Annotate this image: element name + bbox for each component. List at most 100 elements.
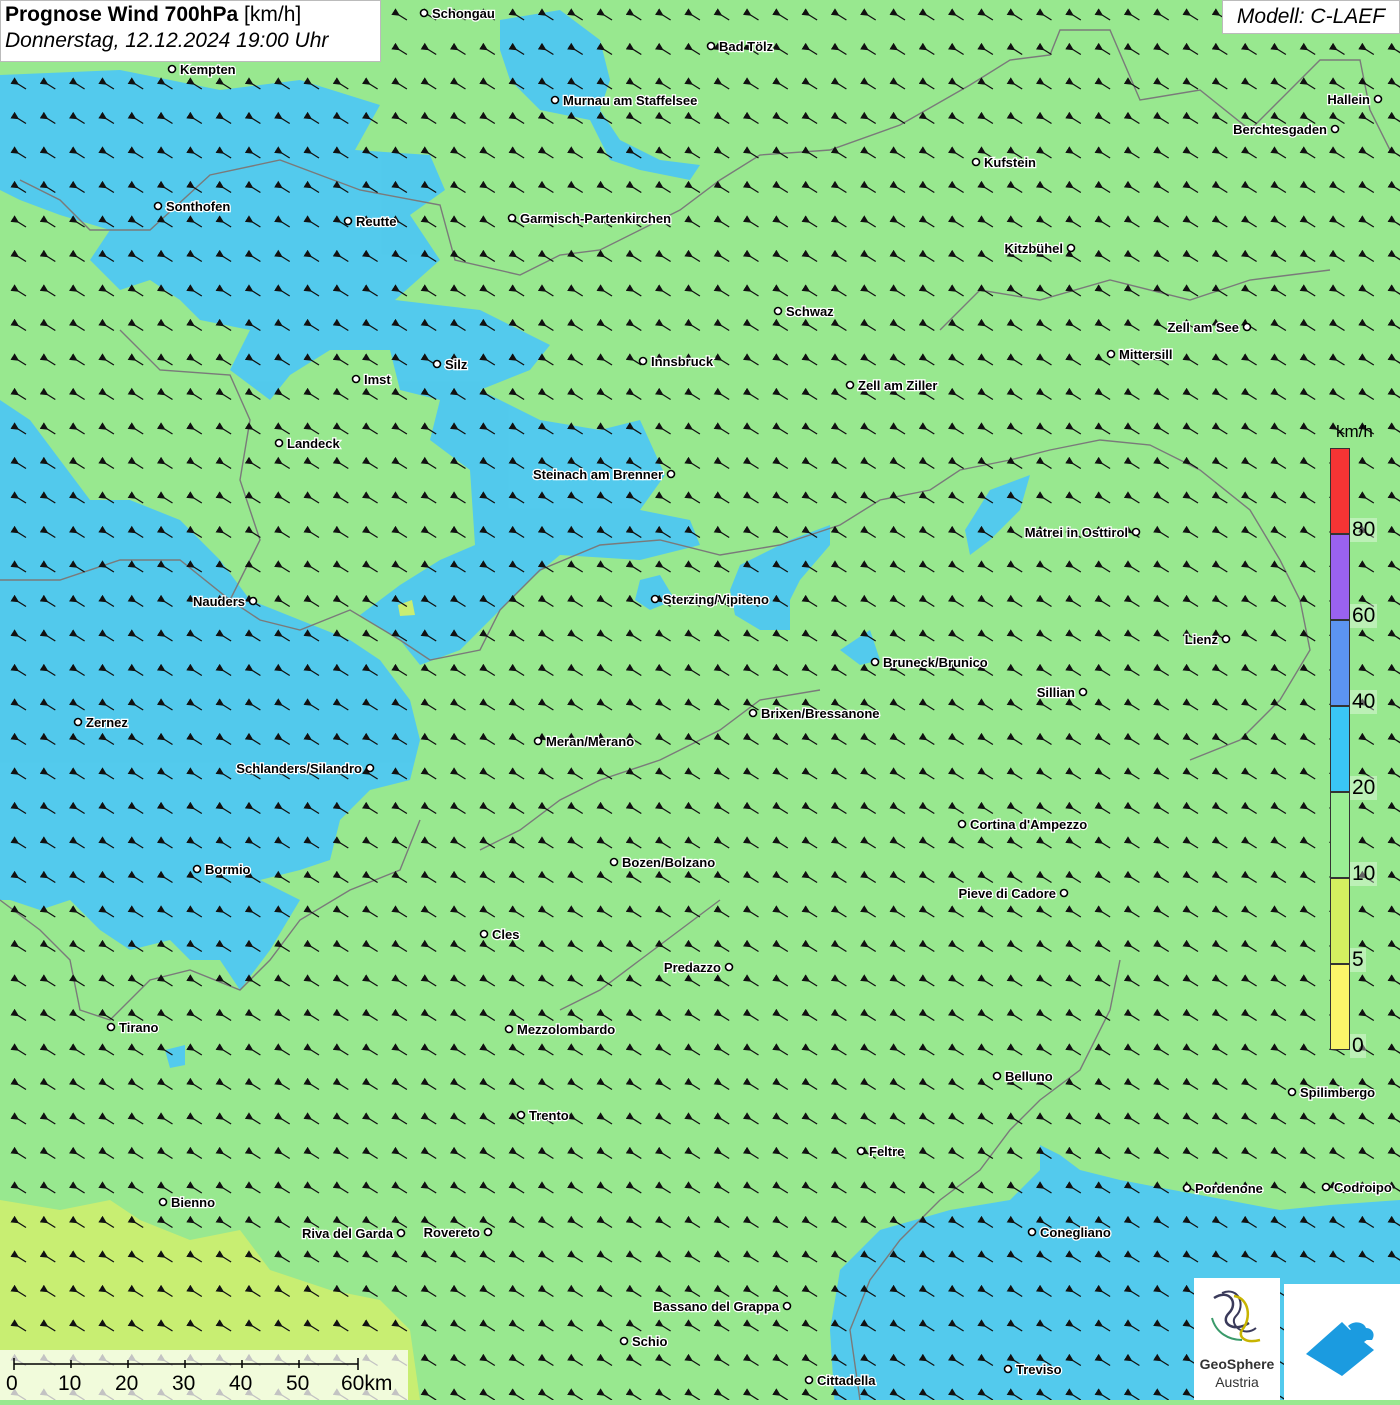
city-marker — [992, 1071, 1002, 1081]
city-label: Bormio — [205, 862, 251, 877]
city-label: Zell am See — [1167, 320, 1239, 335]
model-label: Modell: C-LAEF — [1222, 0, 1400, 34]
city-label: Reutte — [356, 214, 396, 229]
city-label: Predazzo — [664, 960, 721, 975]
city-marker — [167, 64, 177, 74]
city-label: Sonthofen — [166, 199, 230, 214]
city-marker — [1330, 124, 1340, 134]
city-marker — [1066, 243, 1076, 253]
city-label: Pieve di Cadore — [958, 886, 1056, 901]
city-marker — [73, 717, 83, 727]
city-marker — [248, 596, 258, 606]
forecast-datetime: Donnerstag, 12.12.2024 19:00 Uhr — [5, 29, 329, 52]
city-label: Belluno — [1005, 1069, 1053, 1084]
geosphere-country: Austria — [1215, 1374, 1259, 1390]
city-label: Schio — [632, 1334, 667, 1349]
city-marker — [192, 864, 202, 874]
city-label: Treviso — [1016, 1362, 1062, 1377]
scale-tick-label: 10 — [58, 1372, 82, 1395]
city-marker — [550, 95, 560, 105]
scale-tick-label: 0 — [6, 1372, 18, 1395]
geosphere-swirl-icon — [1211, 1290, 1261, 1343]
city-marker — [274, 438, 284, 448]
city-marker — [483, 1227, 493, 1237]
map-title: Prognose Wind 700hPa [km/h] Donnerstag, … — [0, 0, 381, 62]
city-marker — [706, 41, 716, 51]
city-marker — [158, 1197, 168, 1207]
city-marker — [106, 1022, 116, 1032]
city-marker — [870, 657, 880, 667]
legend-swatch — [1330, 792, 1350, 878]
city-marker — [419, 8, 429, 18]
title-unit: [km/h] — [238, 3, 302, 26]
city-label: Brixen/Bressanone — [761, 706, 880, 721]
city-marker — [1373, 94, 1383, 104]
city-marker — [1027, 1227, 1037, 1237]
city-marker — [748, 708, 758, 718]
city-marker — [609, 857, 619, 867]
city-label: Rovereto — [424, 1225, 480, 1240]
scale-bar-line — [13, 1358, 359, 1370]
city-marker — [1003, 1364, 1013, 1374]
legend-unit: km/h — [1336, 422, 1373, 441]
city-label: Schwaz — [786, 304, 834, 319]
legend-swatch — [1330, 448, 1350, 534]
city-label: Cortina d'Ampezzo — [970, 817, 1087, 832]
app-logo[interactable] — [1284, 1284, 1400, 1400]
city-label: Conegliano — [1040, 1225, 1111, 1240]
legend-label: 5 — [1350, 948, 1366, 972]
city-label: Schlanders/Silandro — [236, 761, 362, 776]
city-marker — [365, 763, 375, 773]
city-label: Feltre — [869, 1144, 904, 1159]
city-label: Codroipo — [1334, 1180, 1392, 1195]
city-label: Garmisch-Partenkirchen — [520, 211, 671, 226]
city-marker — [516, 1110, 526, 1120]
city-marker — [1106, 349, 1116, 359]
city-label: Imst — [364, 372, 391, 387]
city-label: Murnau am Staffelsee — [563, 93, 697, 108]
city-marker — [1242, 322, 1252, 332]
legend-label: 0 — [1350, 1034, 1366, 1058]
city-marker — [343, 216, 353, 226]
city-marker — [1131, 527, 1141, 537]
city-label: Hallein — [1327, 92, 1370, 107]
city-marker — [351, 374, 361, 384]
city-label: Lienz — [1185, 632, 1219, 647]
city-marker — [638, 356, 648, 366]
legend-label: 10 — [1350, 862, 1378, 886]
city-marker — [856, 1146, 866, 1156]
city-marker — [1287, 1087, 1297, 1097]
legend-swatch — [1330, 878, 1350, 964]
city-label: Bruneck/Brunico — [883, 655, 988, 670]
city-marker — [1059, 888, 1069, 898]
city-label: Nauders — [193, 594, 245, 609]
city-marker — [479, 929, 489, 939]
city-marker — [504, 1024, 514, 1034]
city-label: Trento — [529, 1108, 569, 1123]
city-label: Mezzolombardo — [517, 1022, 615, 1037]
city-label: Silz — [445, 357, 468, 372]
city-marker — [666, 469, 676, 479]
city-label: Riva del Garda — [302, 1226, 394, 1241]
city-marker — [396, 1228, 406, 1238]
city-label: Cles — [492, 927, 519, 942]
city-label: Tirano — [119, 1020, 159, 1035]
color-legend: km/h 80 60 40 20 10 5 0 — [1330, 420, 1386, 1058]
city-label: Bad Tölz — [719, 39, 774, 54]
city-label: Meran/Merano — [546, 734, 634, 749]
city-label: Sterzing/Vipiteno — [663, 592, 769, 607]
weather-app-icon — [1306, 1322, 1374, 1376]
city-label: Schongau — [432, 6, 495, 21]
city-label: Kempten — [180, 62, 236, 77]
city-label: Berchtesgaden — [1233, 122, 1327, 137]
city-label: Bassano del Grappa — [653, 1299, 779, 1314]
legend-label: 80 — [1350, 518, 1378, 542]
city-label: Mittersill — [1119, 347, 1172, 362]
city-marker — [507, 213, 517, 223]
city-label: Sillian — [1037, 685, 1075, 700]
geosphere-name: GeoSphere — [1199, 1356, 1275, 1372]
city-label: Zell am Ziller — [858, 378, 937, 393]
legend-swatch — [1330, 964, 1350, 1050]
city-marker — [1321, 1182, 1331, 1192]
city-marker — [773, 306, 783, 316]
